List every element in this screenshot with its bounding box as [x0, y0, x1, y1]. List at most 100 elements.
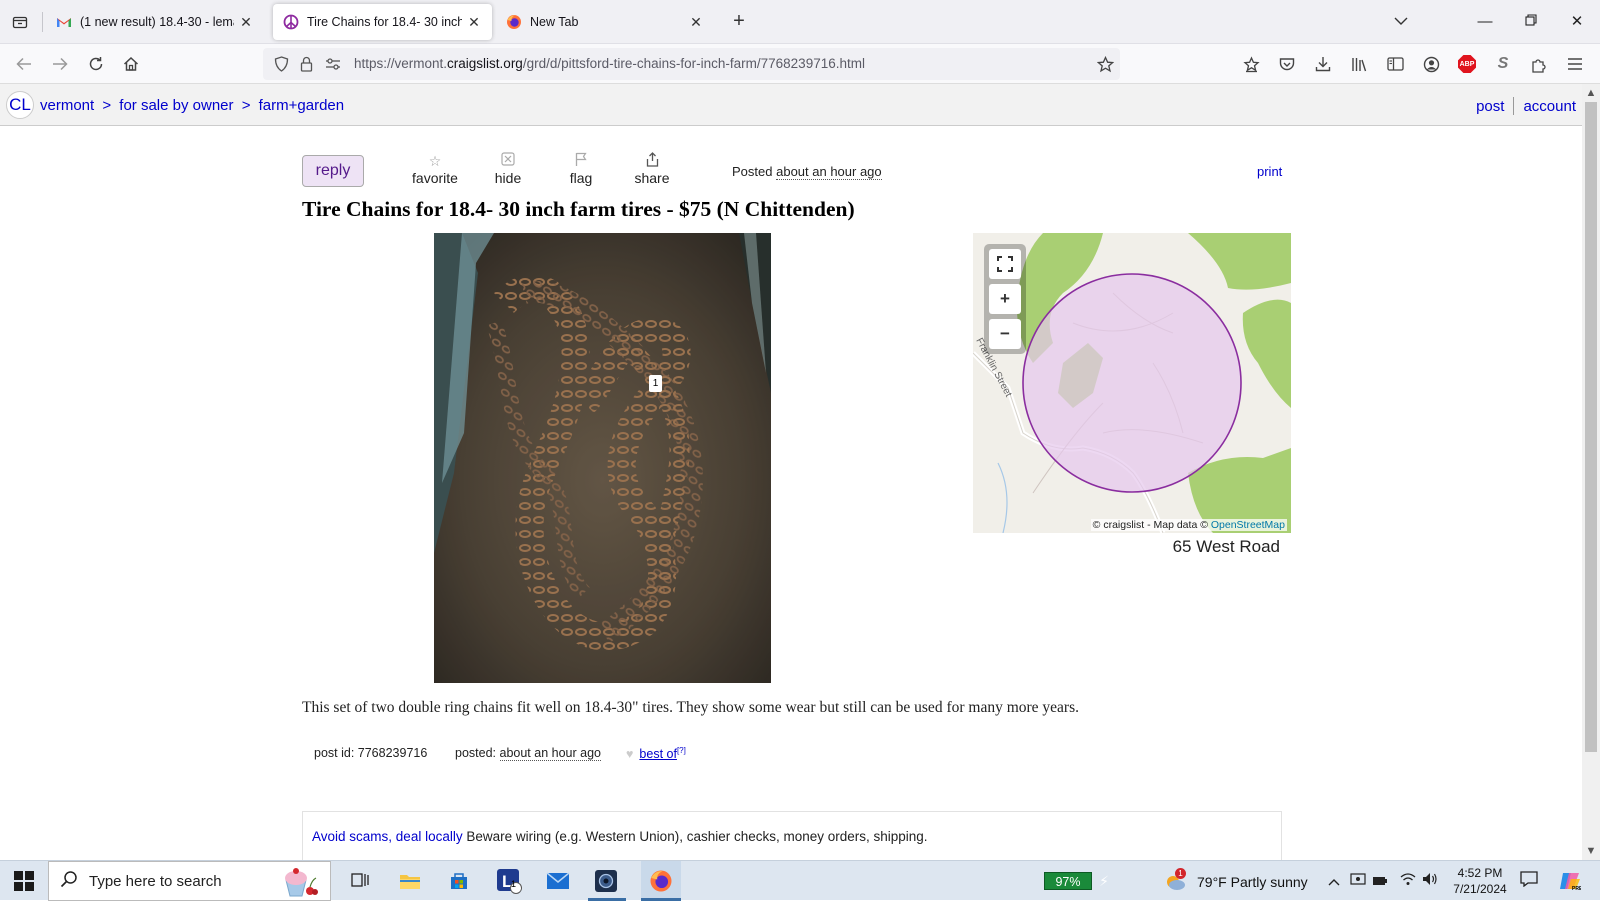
flag-button[interactable]: flag — [566, 152, 596, 186]
breadcrumb-vermont[interactable]: vermont — [40, 97, 94, 114]
pocket-button[interactable] — [1273, 50, 1301, 78]
start-button[interactable] — [14, 871, 34, 891]
reload-button[interactable] — [82, 50, 110, 78]
hide-button[interactable]: hide — [491, 152, 525, 186]
fullscreen-icon — [997, 256, 1013, 272]
map-address: 65 West Road — [1172, 537, 1280, 556]
map-controls: + − — [984, 244, 1026, 354]
posting-title: Tire Chains for 18.4- 30 inch farm tires… — [302, 197, 855, 221]
zoom-in-button[interactable]: + — [989, 284, 1021, 314]
libby-app-button[interactable]: L 1 — [495, 867, 523, 895]
windows-logo-pane — [25, 871, 34, 880]
favorite-label: favorite — [412, 170, 458, 186]
home-button[interactable] — [117, 50, 145, 78]
microsoft-store-button[interactable] — [445, 867, 473, 895]
tracking-shield-icon[interactable] — [271, 54, 291, 74]
extensions-button[interactable] — [1525, 50, 1553, 78]
openstreetmap-link[interactable]: OpenStreetMap — [1211, 519, 1285, 531]
firefox-taskbar-button[interactable] — [641, 861, 681, 901]
close-tab-icon[interactable]: ✕ — [238, 14, 254, 31]
avoid-scams-link[interactable]: Avoid scams, — [312, 829, 392, 844]
tab-new-tab[interactable]: New Tab ✕ — [496, 4, 714, 40]
copilot-button[interactable]: PRE — [1558, 871, 1583, 892]
weather-alert-badge: 1 — [1175, 868, 1186, 879]
tab-gmail[interactable]: (1 new result) 18.4-30 - lemarch ✕ — [46, 4, 264, 40]
camera-app-button[interactable] — [592, 867, 620, 895]
forward-button[interactable] — [46, 50, 74, 78]
hide-icon — [491, 152, 525, 170]
system-clock[interactable]: 4:52 PM 7/21/2024 — [1440, 865, 1520, 897]
restore-button[interactable] — [1516, 8, 1546, 36]
forward-arrow-icon — [53, 57, 68, 71]
address-bar[interactable]: https://vermont.craigslist.org/grd/d/pit… — [263, 48, 1120, 80]
location-map[interactable]: Franklin Street + − © craigslist - Map d… — [973, 233, 1291, 533]
permissions-icon[interactable] — [323, 54, 343, 74]
url-text[interactable]: https://vermont.craigslist.org/grd/d/pit… — [354, 56, 865, 71]
adblock-plus-button[interactable]: ABP — [1453, 50, 1481, 78]
navigation-toolbar: https://vermont.craigslist.org/grd/d/pit… — [0, 44, 1600, 84]
copilot-icon: PRE — [1560, 873, 1583, 892]
best-of-link[interactable]: best of — [639, 747, 677, 761]
new-tab-button[interactable]: + — [726, 9, 752, 35]
bookmark-star-icon[interactable] — [1095, 54, 1115, 74]
list-all-tabs-button[interactable] — [1386, 8, 1416, 36]
reply-button[interactable]: reply — [302, 155, 364, 187]
downloads-button[interactable] — [1309, 50, 1337, 78]
app-menu-button[interactable] — [1561, 50, 1589, 78]
save-to-pocket-star-button[interactable] — [1237, 50, 1265, 78]
taskbar-search-box[interactable]: Type here to search — [48, 861, 331, 901]
tab-label: New Tab — [530, 15, 579, 29]
print-link[interactable]: print — [1257, 164, 1282, 179]
url-prefix: https://vermont. — [354, 56, 448, 71]
url-host: craigslist.org — [447, 56, 523, 71]
extension-s-button[interactable]: S — [1489, 50, 1517, 78]
close-tab-icon[interactable]: ✕ — [466, 14, 482, 31]
weather-widget[interactable]: 1 79°F Partly sunny — [1163, 868, 1308, 892]
account-link[interactable]: account — [1523, 98, 1576, 115]
best-of: ♥ best of[?] — [626, 746, 686, 761]
lock-icon[interactable] — [296, 54, 316, 74]
library-button[interactable] — [1345, 50, 1373, 78]
zoom-out-button[interactable]: − — [989, 319, 1021, 349]
volume-icon[interactable] — [1420, 871, 1440, 891]
file-explorer-button[interactable] — [396, 867, 424, 895]
tab-craigslist[interactable]: Tire Chains for 18.4- 30 inch farm ✕ — [273, 4, 492, 40]
close-window-button[interactable]: ✕ — [1562, 8, 1592, 36]
notifications-button[interactable] — [1519, 871, 1539, 891]
minimize-button[interactable]: — — [1470, 8, 1500, 36]
best-of-help-link[interactable]: [?] — [677, 746, 686, 755]
posting-photo-tire-chains[interactable] — [434, 233, 771, 683]
share-button[interactable]: share — [632, 152, 672, 186]
search-placeholder: Type here to search — [89, 872, 222, 890]
tab-list-button[interactable] — [6, 8, 34, 36]
battery-tray-icon[interactable] — [1370, 871, 1390, 891]
craigslist-logo[interactable]: CL — [6, 91, 34, 119]
scroll-up-arrow-icon[interactable]: ▲ — [1582, 85, 1600, 101]
scam-warning: Beware wiring (e.g. Western Union), cash… — [466, 829, 928, 844]
show-hidden-icons-button[interactable] — [1324, 871, 1344, 891]
wifi-icon[interactable] — [1398, 871, 1418, 891]
post-link[interactable]: post — [1476, 98, 1504, 115]
scroll-down-arrow-icon[interactable]: ▼ — [1582, 843, 1600, 859]
tire-chains-photo — [434, 233, 771, 683]
breadcrumb-farm-garden[interactable]: farm+garden — [259, 97, 344, 114]
mail-envelope-icon — [546, 872, 570, 889]
puzzle-piece-icon — [1531, 58, 1546, 73]
breadcrumb-for-sale-by-owner[interactable]: for sale by owner — [119, 97, 233, 114]
close-tab-icon[interactable]: ✕ — [688, 14, 704, 31]
back-button[interactable] — [10, 50, 38, 78]
account-button[interactable] — [1417, 50, 1445, 78]
sidebar-button[interactable] — [1381, 50, 1409, 78]
meet-now-icon[interactable] — [1348, 871, 1368, 891]
page-scrollbar[interactable]: ▲ ▼ — [1582, 84, 1600, 860]
favorite-button[interactable]: ☆ favorite — [410, 152, 460, 186]
deal-locally-link[interactable]: deal locally — [396, 829, 463, 844]
task-view-button[interactable] — [347, 867, 375, 895]
fullscreen-button[interactable] — [989, 249, 1021, 279]
bookmarks-star-icon — [1242, 55, 1260, 72]
hide-label: hide — [494, 170, 522, 186]
battery-indicator[interactable]: 97% — [1044, 872, 1092, 890]
mail-button[interactable] — [544, 867, 572, 895]
firefox-icon — [506, 14, 522, 30]
scrollbar-thumb[interactable] — [1585, 102, 1597, 752]
